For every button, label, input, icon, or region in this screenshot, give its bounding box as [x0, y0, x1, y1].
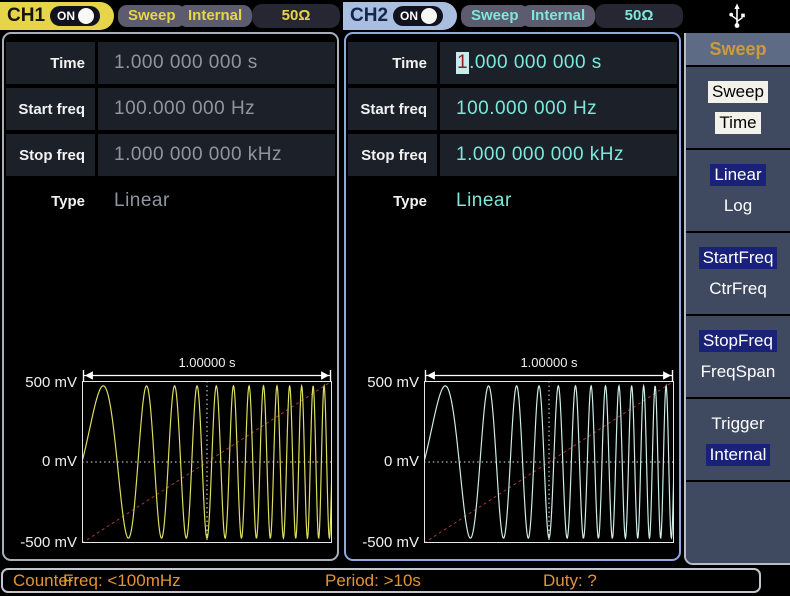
counter-freq: Freq: <100mHz [63, 571, 181, 591]
menu-startfreq-ctrfreq[interactable]: StartFreq CtrFreq [686, 233, 790, 314]
menu-item-sweep[interactable]: Sweep [708, 81, 768, 103]
toggle-on-label: ON [393, 9, 418, 23]
generator-screen: CH1 ON Sweep Internal 50Ω CH2 ON Sweep I… [0, 0, 790, 596]
menu-item-internal[interactable]: Internal [706, 444, 771, 466]
ch1-row-time: Time 1.000 000 000 s [6, 42, 335, 84]
menu-item-time[interactable]: Time [715, 112, 760, 134]
ch2-source-badge: Internal [521, 5, 595, 27]
ch1-header: CH1 ON Sweep Internal 50Ω [0, 2, 341, 30]
ch2-on-toggle[interactable]: ON [393, 6, 443, 26]
ch2-header: CH2 ON Sweep Internal 50Ω [343, 2, 683, 30]
menu-item-stopfreq[interactable]: StopFreq [699, 330, 777, 352]
menu-empty-section [686, 482, 790, 563]
ch2-impedance-badge: 50Ω [595, 4, 683, 28]
y-axis-labels: 500 mV 0 mV -500 mV [6, 381, 82, 543]
ch2-row-startfreq: Start freq 100.000 000 Hz [348, 88, 677, 130]
ch1-name: CH1 [0, 5, 45, 27]
param-label: Start freq [6, 88, 98, 130]
menu-stopfreq-freqspan[interactable]: StopFreq FreqSpan [686, 316, 790, 397]
toggle-on-label: ON [50, 9, 75, 23]
param-label: Stop freq [348, 134, 440, 176]
ch2-wave-preview: 1.00000 s 500 mV 0 mV -500 mV [348, 355, 674, 543]
ch1-source-badge: Internal [178, 5, 252, 27]
param-label: Time [6, 42, 98, 84]
ch2-row-time: Time 1.000 000 000 s [348, 42, 677, 84]
usb-status-area [683, 0, 790, 32]
y-min-label: -500 mV [362, 534, 419, 551]
param-label: Stop freq [6, 134, 98, 176]
y-min-label: -500 mV [20, 534, 77, 551]
menu-trigger-internal[interactable]: Trigger Internal [686, 399, 790, 480]
counter-period: Period: >10s [325, 571, 421, 591]
wave-body: 500 mV 0 mV -500 mV [348, 381, 674, 543]
menu-item-ctrfreq[interactable]: CtrFreq [705, 278, 771, 300]
menu-item-freqspan[interactable]: FreqSpan [697, 361, 780, 383]
edit-cursor: 1 [456, 52, 469, 74]
ch1-wave-preview: 1.00000 s 500 mV 0 mV -500 mV [6, 355, 332, 543]
counter-duty: Duty: ? [543, 571, 597, 591]
y-max-label: 500 mV [367, 374, 419, 391]
ch2-row-type: Type Linear [348, 180, 677, 222]
y-zero-label: 0 mV [384, 453, 419, 470]
param-value-text: 1.000 000 000 kHz [456, 144, 624, 166]
ch2-row-stopfreq: Stop freq 1.000 000 000 kHz [348, 134, 677, 176]
sweep-span-label: 1.00000 s [82, 355, 332, 370]
ch2-label-segment: CH2 ON [343, 2, 457, 30]
toggle-knob-icon [421, 8, 437, 24]
param-label: Type [6, 180, 98, 222]
param-value-text: .000 000 000 s [469, 52, 602, 74]
ch1-impedance-badge: 50Ω [252, 4, 340, 28]
menu-item-trigger[interactable]: Trigger [707, 413, 768, 435]
y-max-label: 500 mV [25, 374, 77, 391]
param-value-text: Linear [114, 190, 170, 212]
top-bar: CH1 ON Sweep Internal 50Ω CH2 ON Sweep I… [0, 0, 790, 32]
ch1-on-toggle[interactable]: ON [50, 6, 100, 26]
ch1-stopfreq-value[interactable]: 1.000 000 000 kHz [98, 134, 335, 176]
ch1-row-type: Type Linear [6, 180, 335, 222]
ch1-param-table: Time 1.000 000 000 s Start freq 100.000 … [6, 42, 335, 226]
ch2-stopfreq-value[interactable]: 1.000 000 000 kHz [440, 134, 677, 176]
menu-title: Sweep [686, 33, 790, 65]
ch2-waveform-plot [424, 381, 674, 543]
ch1-label-segment: CH1 ON [0, 2, 114, 30]
menu-sweep-time[interactable]: Sweep Time [686, 67, 790, 148]
param-value-text: 100.000 000 Hz [114, 98, 255, 120]
span-arrow-icon [424, 370, 674, 381]
ch1-row-stopfreq: Stop freq 1.000 000 000 kHz [6, 134, 335, 176]
ch2-param-table: Time 1.000 000 000 s Start freq 100.000 … [348, 42, 677, 226]
counter-status-bar: Counter: Freq: <100mHz Period: >10s Duty… [1, 568, 761, 593]
ch2-name: CH2 [343, 5, 388, 27]
ch1-startfreq-value[interactable]: 100.000 000 Hz [98, 88, 335, 130]
param-label: Start freq [348, 88, 440, 130]
param-label: Type [348, 180, 440, 222]
menu-item-startfreq[interactable]: StartFreq [699, 247, 778, 269]
param-value-text: 1.000 000 000 s [114, 52, 258, 74]
usb-icon [726, 3, 748, 29]
param-value-text: Linear [456, 190, 512, 212]
ch2-panel: Time 1.000 000 000 s Start freq 100.000 … [344, 32, 681, 561]
ch1-mode-badge: Sweep [118, 5, 186, 27]
sweep-span-label: 1.00000 s [424, 355, 674, 370]
ch1-panel: Time 1.000 000 000 s Start freq 100.000 … [2, 32, 339, 561]
wave-body: 500 mV 0 mV -500 mV [6, 381, 332, 543]
y-axis-labels: 500 mV 0 mV -500 mV [348, 381, 424, 543]
span-arrow-icon [82, 370, 332, 381]
ch1-waveform-plot [82, 381, 332, 543]
param-value-text: 100.000 000 Hz [456, 98, 597, 120]
ch1-row-startfreq: Start freq 100.000 000 Hz [6, 88, 335, 130]
menu-item-linear[interactable]: Linear [710, 164, 765, 186]
y-zero-label: 0 mV [42, 453, 77, 470]
ch2-type-value[interactable]: Linear [440, 180, 677, 222]
param-label: Time [348, 42, 440, 84]
toggle-knob-icon [78, 8, 94, 24]
menu-item-log[interactable]: Log [720, 195, 756, 217]
ch2-mode-badge: Sweep [461, 5, 529, 27]
ch1-type-value[interactable]: Linear [98, 180, 335, 222]
ch2-startfreq-value[interactable]: 100.000 000 Hz [440, 88, 677, 130]
ch1-time-value[interactable]: 1.000 000 000 s [98, 42, 335, 84]
menu-linear-log[interactable]: Linear Log [686, 150, 790, 231]
ch2-time-value[interactable]: 1.000 000 000 s [440, 42, 677, 84]
softkey-menu: Sweep Sweep Time Linear Log StartFreq Ct… [684, 33, 790, 565]
param-value-text: 1.000 000 000 kHz [114, 144, 282, 166]
